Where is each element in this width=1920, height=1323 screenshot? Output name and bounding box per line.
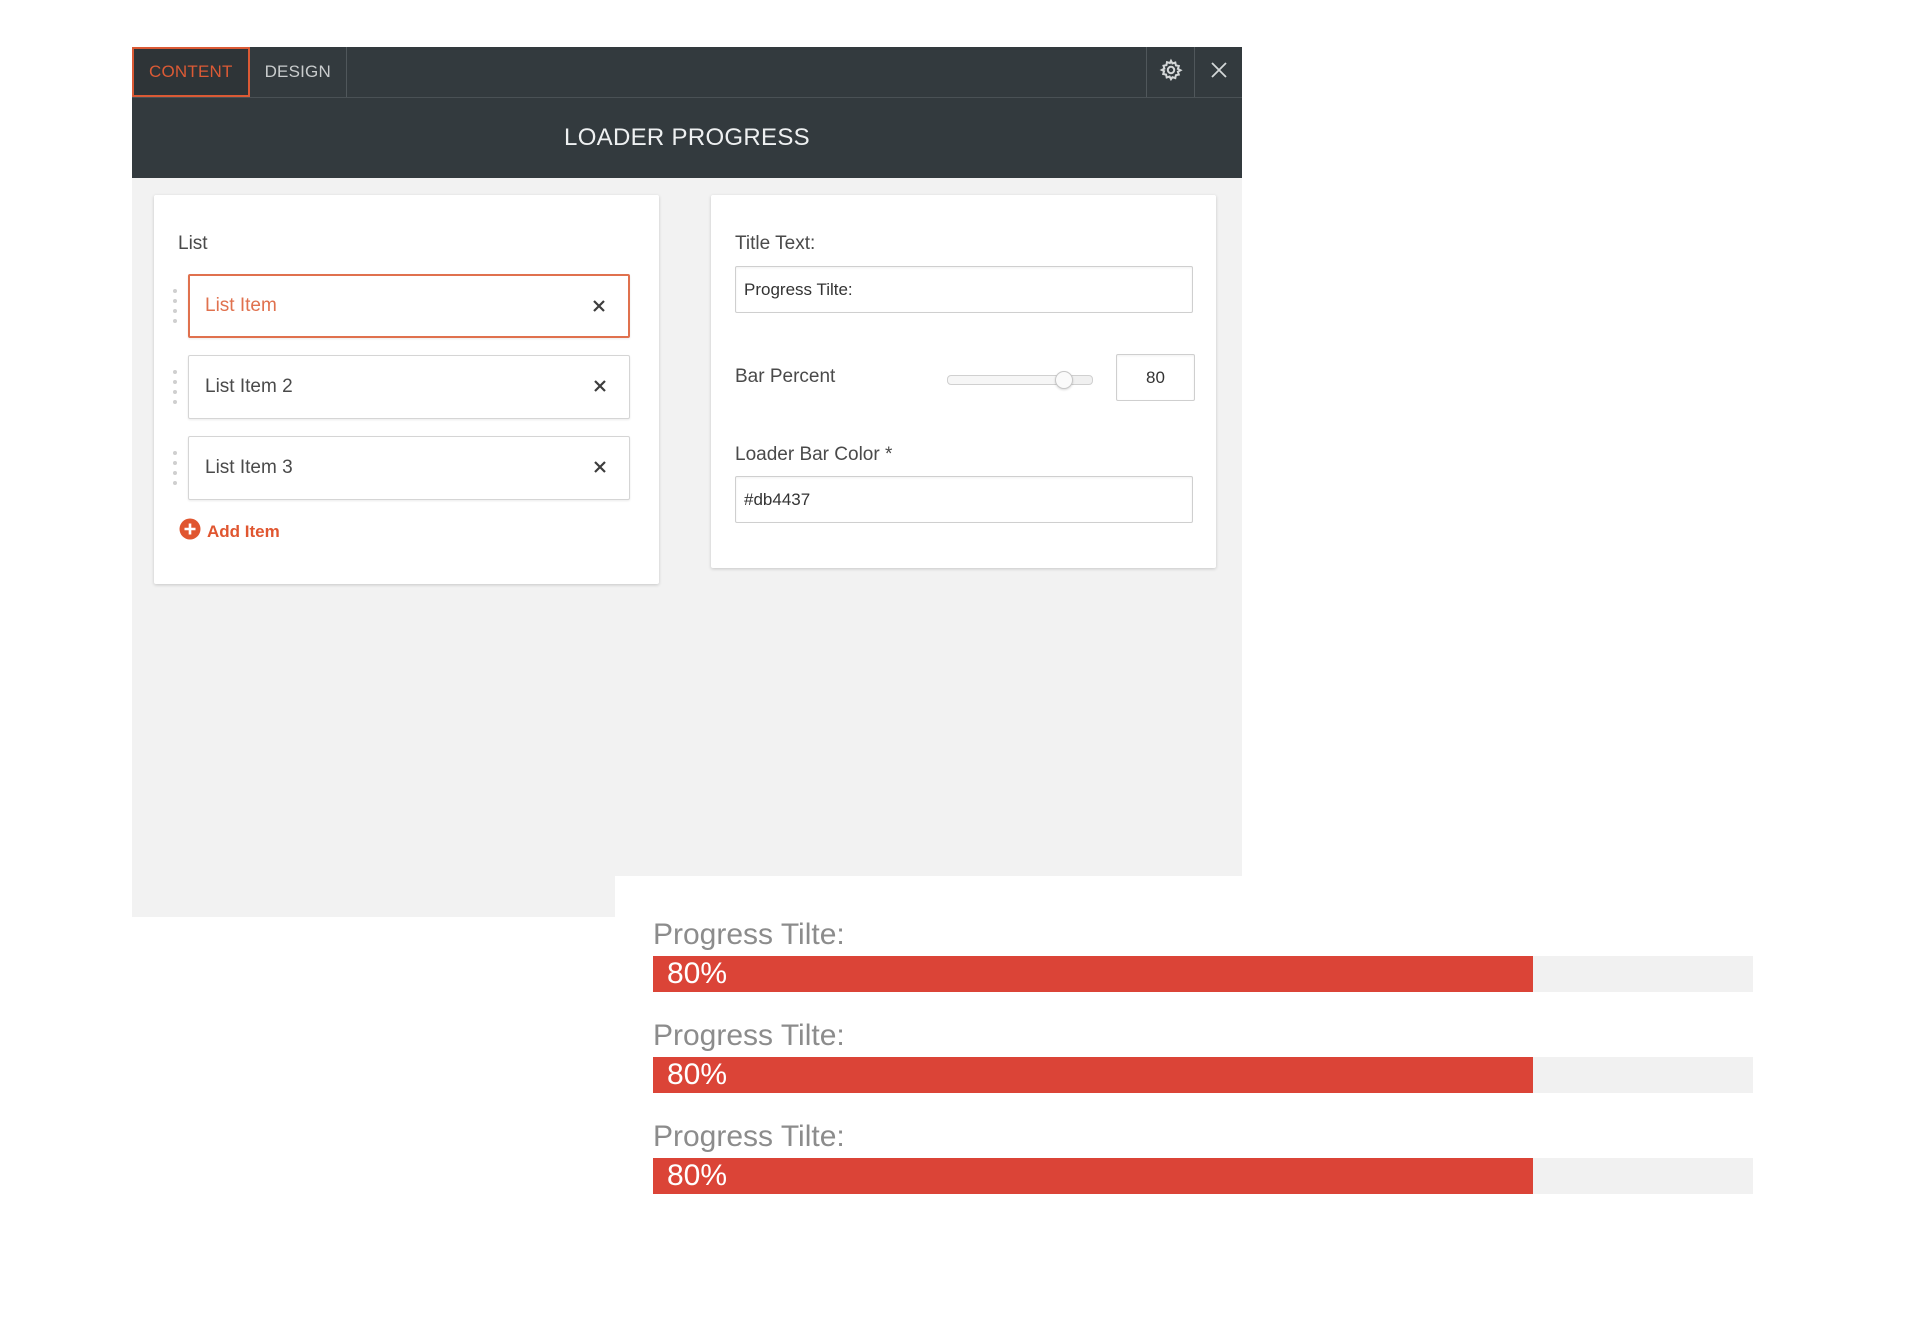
progress-preview: Progress Tilte: 80% Progress Tilte: 80% … — [615, 876, 1765, 1236]
plus-circle-icon — [179, 518, 201, 545]
add-item-label: Add Item — [207, 521, 280, 541]
list-item-box[interactable]: List Item — [188, 274, 630, 338]
list-item: List Item — [172, 274, 632, 338]
list-item-box[interactable]: List Item 3 — [188, 436, 630, 500]
remove-item-icon[interactable] — [584, 291, 614, 321]
list-item: List Item 2 — [172, 355, 632, 419]
remove-item-icon[interactable] — [585, 371, 615, 401]
close-button[interactable] — [1194, 47, 1243, 97]
loader-bar-color-label: Loader Bar Color * — [735, 444, 893, 465]
progress-percent: 80% — [667, 1159, 728, 1192]
list-card: List List Item List Item 2 List Item 3 A… — [154, 195, 659, 584]
progress-fill: 80% — [653, 956, 1533, 992]
loader-bar-color-input[interactable] — [735, 476, 1193, 523]
progress-title: Progress Tilte: — [653, 1120, 845, 1153]
tab-bar: CONTENT DESIGN — [132, 47, 347, 97]
progress-track: 80% — [653, 956, 1753, 992]
settings-card: Title Text: Bar Percent Loader Bar Color… — [711, 195, 1216, 568]
tab-content[interactable]: CONTENT — [132, 47, 250, 97]
title-text-input[interactable] — [735, 266, 1193, 313]
gear-icon — [1159, 58, 1183, 87]
settings-button[interactable] — [1146, 47, 1195, 97]
list-item: List Item 3 — [172, 436, 632, 500]
title-text-label: Title Text: — [735, 233, 816, 254]
list-item-label: List Item — [205, 295, 277, 316]
list-item-box[interactable]: List Item 2 — [188, 355, 630, 419]
drag-handle-icon[interactable] — [172, 289, 178, 323]
progress-track: 80% — [653, 1158, 1753, 1194]
progress-percent: 80% — [667, 957, 728, 990]
list-label: List — [178, 233, 208, 254]
remove-item-icon[interactable] — [585, 452, 615, 482]
drag-handle-icon[interactable] — [172, 451, 178, 485]
progress-fill: 80% — [653, 1057, 1533, 1093]
progress-fill: 80% — [653, 1158, 1533, 1194]
progress-percent: 80% — [667, 1058, 728, 1091]
panel-title: LOADER PROGRESS — [564, 124, 810, 151]
slider-handle[interactable] — [1055, 371, 1074, 389]
slider-fill — [948, 376, 1064, 384]
bar-percent-input[interactable] — [1116, 354, 1195, 401]
progress-title: Progress Tilte: — [653, 918, 845, 951]
bar-percent-slider[interactable] — [947, 371, 1093, 389]
progress-track: 80% — [653, 1057, 1753, 1093]
list-item-label: List Item 3 — [205, 457, 293, 478]
drag-handle-icon[interactable] — [172, 370, 178, 404]
close-icon — [1210, 61, 1228, 84]
editor-header: CONTENT DESIGN LOADER PROGRESS — [132, 47, 1242, 178]
progress-title: Progress Tilte: — [653, 1019, 845, 1052]
list-item-label: List Item 2 — [205, 376, 293, 397]
bar-percent-label: Bar Percent — [735, 366, 836, 387]
tab-design[interactable]: DESIGN — [250, 47, 347, 97]
editor-panel: CONTENT DESIGN LOADER PROGRESS List List… — [132, 47, 1242, 917]
add-item-button[interactable]: Add Item — [179, 518, 280, 545]
